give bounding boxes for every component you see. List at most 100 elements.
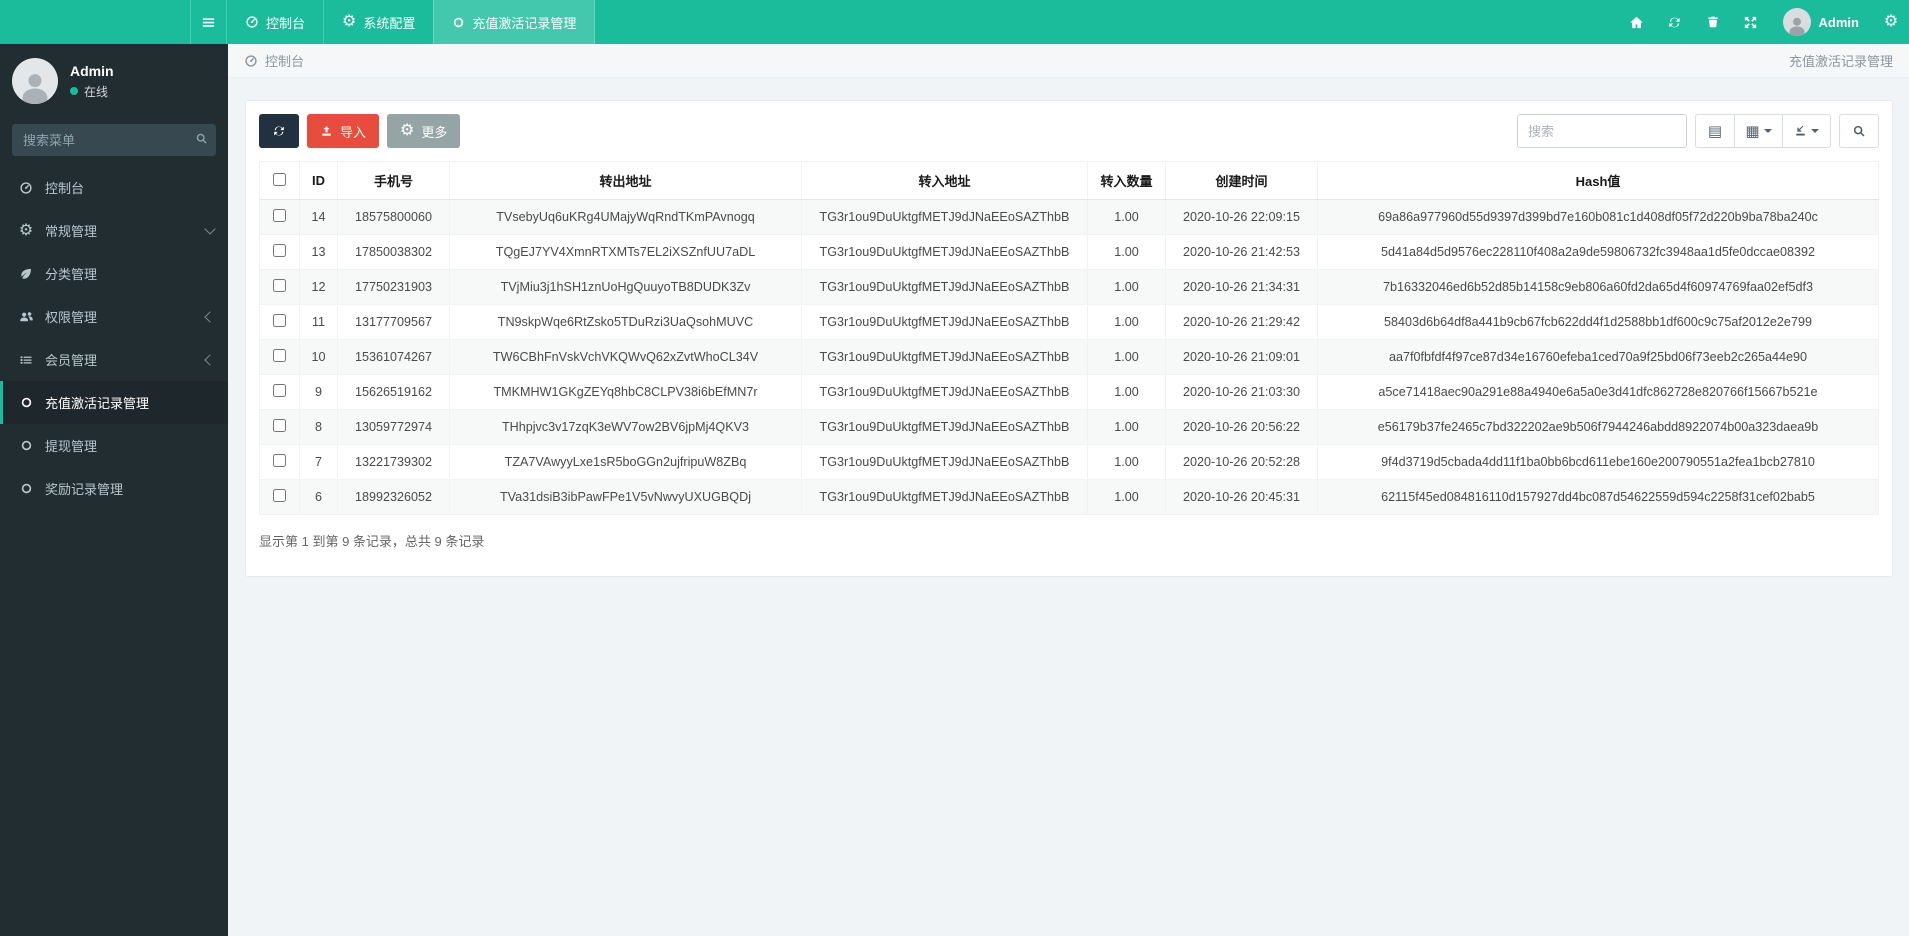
home-icon[interactable] [1621, 0, 1653, 44]
cell: 17750231903 [337, 269, 450, 305]
topnav-tab-1[interactable]: ⚙ 系统配置 [323, 0, 433, 44]
cell: THhpjvc3v17zqK3eWV7ow2BV6jpMj4QKV3 [449, 409, 802, 445]
cell: 1.00 [1087, 269, 1166, 305]
cell: 1.00 [1087, 374, 1166, 410]
table-panel: 导入 ⚙ 更多 ▤ ▦ [245, 100, 1893, 577]
cell: 14 [299, 199, 338, 235]
column-header: ID [299, 161, 338, 200]
row-checkbox[interactable] [273, 454, 286, 467]
cell: 2020-10-26 21:09:01 [1165, 339, 1318, 375]
cell: 11 [299, 304, 338, 340]
cell: 2020-10-26 20:45:31 [1165, 479, 1318, 515]
row-select-cell [259, 269, 300, 305]
cell: 13177709567 [337, 304, 450, 340]
breadcrumb-left-label[interactable]: 控制台 [265, 51, 304, 70]
brand-area [0, 0, 190, 44]
online-status-label: 在线 [84, 84, 109, 99]
list-icon [17, 353, 35, 367]
refresh-button[interactable] [259, 114, 299, 148]
breadcrumb: 控制台 充值激活记录管理 [228, 44, 1909, 78]
cell: 1.00 [1087, 444, 1166, 480]
cell: 18992326052 [337, 479, 450, 515]
cell: 12 [299, 269, 338, 305]
row-checkbox[interactable] [273, 279, 286, 292]
cell: e56179b37fe2465c7bd322202ae9b506f7944246… [1317, 409, 1879, 445]
column-header: 转入数量 [1087, 161, 1166, 200]
sidebar-item-7[interactable]: 奖励记录管理 [0, 467, 228, 510]
cell: 1.00 [1087, 409, 1166, 445]
cell: 5d41a84d5d9576ec228110f408a2a9de59806732… [1317, 234, 1879, 270]
export-icon [1794, 125, 1807, 138]
columns-dropdown-button[interactable]: ▦ [1735, 114, 1783, 148]
row-checkbox[interactable] [273, 384, 286, 397]
topnav-tab-2[interactable]: 充值激活记录管理 [433, 0, 596, 44]
cell: 1.00 [1087, 339, 1166, 375]
sidebar-item-2[interactable]: 分类管理 [0, 252, 228, 295]
search-icon [195, 132, 208, 145]
refresh-icon[interactable] [1659, 0, 1691, 44]
row-checkbox[interactable] [273, 349, 286, 362]
cell: TG3r1ou9DuUktgfMETJ9dJNaEEoSAZThbB [801, 199, 1088, 235]
sidebar-item-label: 控制台 [45, 181, 85, 196]
cell: TVsebyUq6uKRg4UMajyWqRndTKmPAvnogq [449, 199, 802, 235]
topnav-tab-0[interactable]: 控制台 [226, 0, 323, 44]
sidebar-item-1[interactable]: ⚙ 常规管理 [0, 209, 228, 252]
circle-o-icon [452, 16, 465, 29]
cell: 15361074267 [337, 339, 450, 375]
toolbar: 导入 ⚙ 更多 ▤ ▦ [259, 114, 1879, 148]
hamburger-icon [201, 15, 216, 30]
row-select-cell [259, 374, 300, 410]
cell: TG3r1ou9DuUktgfMETJ9dJNaEEoSAZThbB [801, 479, 1088, 515]
detail-view-button[interactable]: ▤ [1695, 114, 1735, 148]
tachometer-icon [245, 15, 259, 29]
cell: TN9skpWqe6RtZsko5TDuRzi3UaQsohMUVC [449, 304, 802, 340]
fullscreen-icon[interactable] [1735, 0, 1767, 44]
column-header: 创建时间 [1165, 161, 1318, 200]
sidebar-user-panel: Admin 在线 [0, 44, 228, 120]
breadcrumb-right-label: 充值激活记录管理 [1788, 54, 1893, 69]
user-menu[interactable]: Admin [1773, 8, 1869, 36]
cell: 2020-10-26 22:09:15 [1165, 199, 1318, 235]
sidebar-item-6[interactable]: 提现管理 [0, 424, 228, 467]
cell: TMKMHW1GKgZEYq8hbC8CLPV38i6bEfMN7r [449, 374, 802, 410]
more-button[interactable]: ⚙ 更多 [387, 114, 461, 148]
select-all-checkbox[interactable] [273, 172, 286, 186]
chevron-left-icon [204, 353, 216, 366]
gear-icon: ⚙ [18, 221, 34, 239]
sidebar-item-3[interactable]: 权限管理 [0, 295, 228, 338]
settings-gears-icon[interactable]: ⚙ [1875, 0, 1907, 44]
tab-label: 控制台 [266, 15, 306, 31]
cell: 6 [299, 479, 338, 515]
row-select-cell [259, 234, 300, 270]
table-search-input[interactable] [1517, 114, 1687, 148]
cell: 2020-10-26 21:42:53 [1165, 234, 1318, 270]
trash-icon[interactable] [1697, 0, 1729, 44]
sidebar-menu: 控制台 ⚙ 常规管理 分类管理 权限管理 会员管理 充值激活记录管理 提现管理 奖励记录管理 [0, 166, 228, 510]
cell: TG3r1ou9DuUktgfMETJ9dJNaEEoSAZThbB [801, 444, 1088, 480]
sidebar-toggle-button[interactable] [190, 0, 226, 44]
import-button[interactable]: 导入 [307, 114, 380, 148]
sidebar-item-4[interactable]: 会员管理 [0, 338, 228, 381]
row-checkbox[interactable] [273, 209, 286, 222]
row-checkbox[interactable] [273, 244, 286, 257]
leaf-icon [17, 267, 35, 281]
cell: TG3r1ou9DuUktgfMETJ9dJNaEEoSAZThbB [801, 304, 1088, 340]
sidebar-search-input[interactable] [12, 124, 216, 156]
online-status: 在线 [70, 83, 114, 100]
column-header: 手机号 [337, 161, 450, 200]
sidebar-item-0[interactable]: 控制台 [0, 166, 228, 209]
export-dropdown-button[interactable] [1783, 114, 1831, 148]
cell: 1.00 [1087, 479, 1166, 515]
sidebar-item-5[interactable]: 充值激活记录管理 [0, 381, 228, 424]
cell: aa7f0fbfdf4f97ce87d34e16760efeba1ced70a9… [1317, 339, 1879, 375]
table-row: 10 15361074267 TW6CBhFnVskVchVKQWvQ62xZvtW… [259, 339, 1879, 375]
column-header: Hash值 [1317, 161, 1879, 200]
row-checkbox[interactable] [273, 314, 286, 327]
import-button-label: 导入 [340, 124, 367, 140]
row-checkbox[interactable] [273, 419, 286, 432]
table-row: 7 13221739302 TZA7VAwyyLxe1sR5boGGn2ujfrip… [259, 444, 1879, 480]
cell: a5ce71418aec90a291e88a4940e6a5a0e3d41dfc… [1317, 374, 1879, 410]
row-checkbox[interactable] [273, 489, 286, 502]
search-toggle-button[interactable] [1839, 114, 1879, 148]
circle-o-icon [17, 396, 35, 409]
